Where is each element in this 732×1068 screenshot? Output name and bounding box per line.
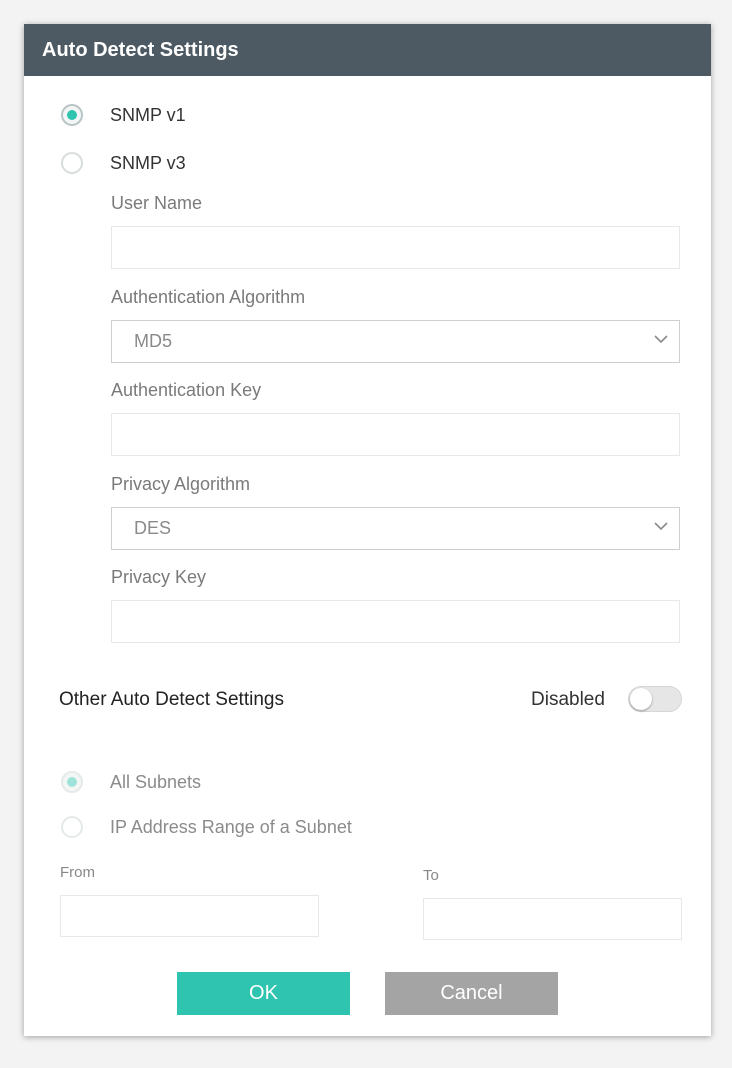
auth-key-input[interactable] <box>111 413 680 456</box>
cancel-button[interactable]: Cancel <box>385 972 558 1015</box>
auth-algorithm-select[interactable]: MD5 <box>111 320 680 363</box>
snmp-v3-radio[interactable] <box>61 152 83 174</box>
ip-range-radio[interactable] <box>61 816 83 838</box>
chevron-down-icon <box>654 522 668 531</box>
toggle-state-label: Disabled <box>531 689 605 710</box>
snmp-v1-radio[interactable] <box>61 104 83 126</box>
snmp-v3-label[interactable]: SNMP v3 <box>110 153 186 174</box>
dialog-titlebar: Auto Detect Settings <box>24 24 711 76</box>
from-input[interactable] <box>60 895 319 937</box>
privacy-algorithm-value: DES <box>134 518 172 538</box>
auto-detect-settings-dialog: Auto Detect Settings SNMP v1 SNMP v3 Use… <box>24 24 711 1036</box>
privacy-key-input[interactable] <box>111 600 680 643</box>
to-label: To <box>423 867 439 884</box>
auth-key-label: Authentication Key <box>111 380 262 400</box>
auth-algorithm-value: MD5 <box>134 331 173 351</box>
ip-range-label[interactable]: IP Address Range of a Subnet <box>110 817 352 838</box>
radio-selected-dot <box>67 110 77 120</box>
auth-algorithm-label: Authentication Algorithm <box>111 287 306 307</box>
privacy-algorithm-select[interactable]: DES <box>111 507 680 550</box>
to-input[interactable] <box>423 898 682 940</box>
user-name-label: User Name <box>111 193 203 213</box>
toggle-knob <box>630 688 652 710</box>
all-subnets-label[interactable]: All Subnets <box>110 772 201 793</box>
other-settings-toggle[interactable] <box>628 686 682 712</box>
from-label: From <box>60 864 95 881</box>
all-subnets-radio[interactable] <box>61 771 83 793</box>
chevron-down-icon <box>654 335 668 344</box>
dialog-title: Auto Detect Settings <box>42 39 239 61</box>
snmp-v1-label[interactable]: SNMP v1 <box>110 105 186 126</box>
privacy-algorithm-label: Privacy Algorithm <box>111 474 251 494</box>
radio-selected-dot <box>67 777 77 787</box>
ok-button[interactable]: OK <box>177 972 350 1015</box>
privacy-key-label: Privacy Key <box>111 567 207 587</box>
user-name-input[interactable] <box>111 226 680 269</box>
other-settings-label: Other Auto Detect Settings <box>59 689 284 710</box>
